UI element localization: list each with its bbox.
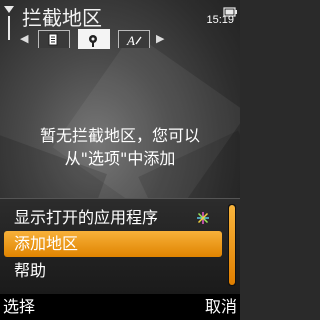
empty-message-line: 从"选项"中添加 (64, 149, 176, 168)
sparkle-icon (197, 212, 209, 224)
menu-item-label: 添加地区 (14, 234, 79, 253)
tab-documents[interactable] (38, 30, 70, 48)
screen: 拦截地区 15:19 ◀ A ▶ 暂无拦截地区，您可以 从"选项"中添加 显示打… (0, 0, 240, 320)
settings-icon (89, 34, 97, 47)
menu-item-label: 显示打开的应用程序 (14, 208, 159, 227)
cancel-softkey[interactable]: 取消 (205, 296, 237, 318)
empty-message: 暂无拦截地区，您可以 从"选项"中添加 (0, 124, 240, 170)
page-title: 拦截地区 (22, 6, 102, 30)
tab-left-arrow-icon[interactable]: ◀ (20, 32, 28, 45)
tab-bar: ◀ A ▶ (0, 28, 240, 49)
options-menu: 显示打开的应用程序 添加地区 帮助 (0, 198, 240, 295)
document-icon (48, 33, 58, 45)
tab-text-style[interactable]: A (118, 30, 150, 48)
text-style-icon: A (126, 33, 142, 47)
tab-right-arrow-icon[interactable]: ▶ (156, 32, 164, 45)
svg-text:A: A (126, 33, 135, 47)
menu-item-help[interactable]: 帮助 (4, 258, 222, 284)
scrollbar-thumb[interactable] (229, 205, 235, 285)
softkey-bar: 选择 取消 (0, 294, 240, 320)
menu-item-label: 帮助 (14, 261, 47, 280)
menu-item-show-open-apps[interactable]: 显示打开的应用程序 (4, 205, 222, 231)
tab-settings[interactable] (78, 29, 110, 49)
menu-item-add-region[interactable]: 添加地区 (4, 231, 222, 257)
clock: 15:19 (206, 14, 234, 26)
menu-scrollbar[interactable] (228, 204, 236, 286)
battery-icon (223, 2, 237, 17)
select-softkey[interactable]: 选择 (3, 296, 35, 318)
empty-message-line: 暂无拦截地区，您可以 (39, 126, 200, 145)
